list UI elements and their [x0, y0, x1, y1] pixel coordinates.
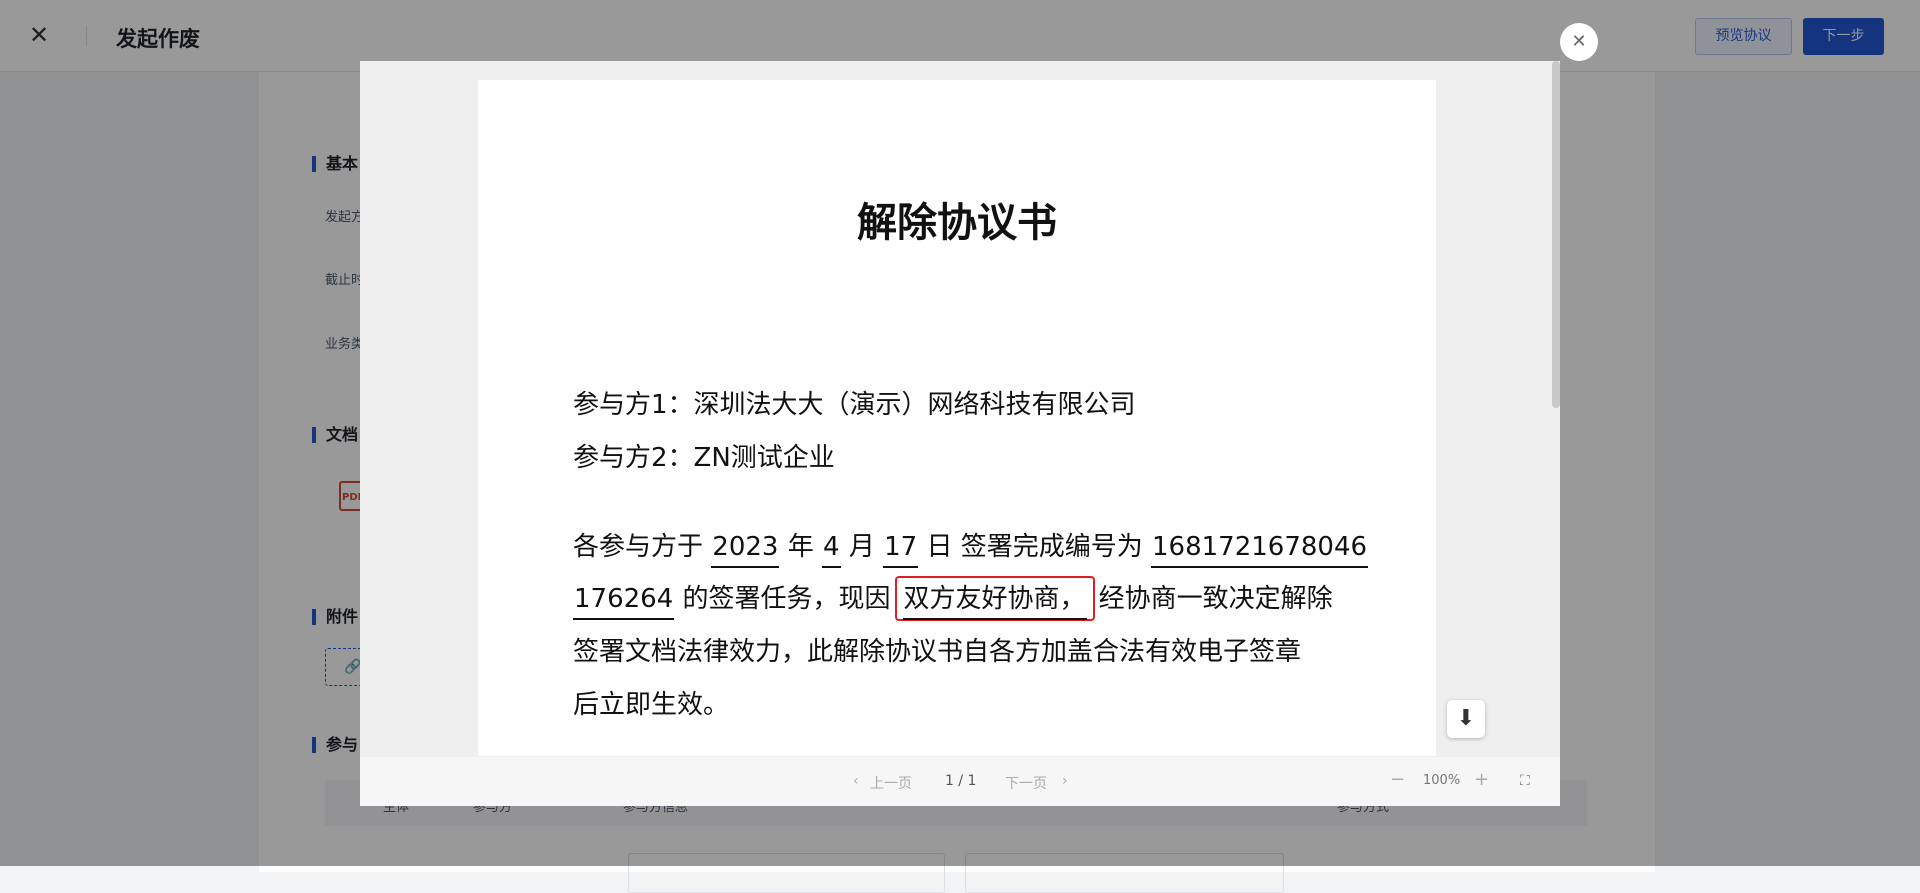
- task-number-part1: 1681721678046: [1151, 532, 1369, 568]
- modal-close-icon[interactable]: ✕: [1560, 23, 1598, 61]
- body-line-2: 176264 的签署任务，现因 双方友好协商， 经协商一致决定解除: [573, 576, 1333, 621]
- zoom-in-button[interactable]: +: [1474, 769, 1489, 790]
- text: 的签署任务，现因: [682, 584, 891, 614]
- scrollbar[interactable]: [1552, 61, 1560, 408]
- next-page-button[interactable]: 下一页: [1005, 773, 1047, 793]
- month-value: 4: [822, 532, 841, 568]
- document-page: 解除协议书 参与方1：深圳法大大（演示）网络科技有限公司 参与方2：ZN测试企业…: [478, 80, 1436, 756]
- pager-bar: ‹ 上一页 1 / 1 下一页 › − 100% + ⛶: [360, 757, 1560, 806]
- year-value: 2023: [711, 532, 780, 568]
- download-icon[interactable]: ⬇: [1447, 700, 1485, 738]
- fit-page-icon[interactable]: ⛶: [1520, 773, 1530, 789]
- prev-page-button[interactable]: 上一页: [870, 773, 912, 793]
- zoom-level: 100%: [1423, 773, 1461, 788]
- chevron-right-icon: ›: [1062, 773, 1068, 789]
- reason-highlight: 双方友好协商，: [894, 576, 1095, 621]
- zoom-out-button[interactable]: −: [1390, 769, 1405, 790]
- text: 经协商一致决定解除: [1098, 584, 1333, 614]
- chevron-left-icon: ‹: [853, 773, 859, 789]
- body-line-1: 各参与方于 2023 年 4 月 17 日 签署完成编号为 1681721678…: [573, 526, 1369, 568]
- body-line-3: 签署文档法律效力，此解除协议书自各方加盖合法有效电子签章: [573, 637, 1302, 667]
- text: 各参与方于: [573, 532, 704, 562]
- text: 签署完成编号为: [960, 532, 1143, 562]
- page-indicator: 1 / 1: [945, 773, 977, 789]
- party-1: 参与方1：深圳法大大（演示）网络科技有限公司: [573, 390, 1136, 420]
- text: 日: [926, 532, 953, 562]
- body-line-4: 后立即生效。: [573, 690, 730, 720]
- reason-value: 双方友好协商，: [902, 584, 1087, 620]
- text: 月: [848, 532, 875, 562]
- day-value: 17: [883, 532, 919, 568]
- party-2: 参与方2：ZN测试企业: [573, 443, 835, 473]
- document-title: 解除协议书: [857, 200, 1057, 246]
- task-number-part2: 176264: [573, 584, 675, 620]
- text: 年: [787, 532, 814, 562]
